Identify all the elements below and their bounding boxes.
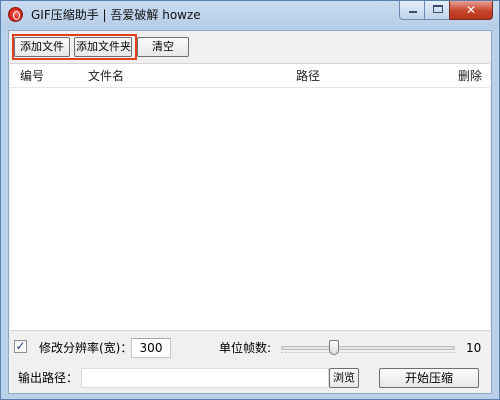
- slider-thumb[interactable]: [329, 340, 339, 355]
- window-title: GIF压缩助手 | 吾爱破解 howze: [31, 8, 201, 22]
- app-icon: [8, 7, 23, 22]
- close-button[interactable]: ✕: [449, 1, 493, 20]
- add-file-button[interactable]: 添加文件: [14, 37, 70, 57]
- title-bar[interactable]: GIF压缩助手 | 吾爱破解 howze ✕: [1, 1, 499, 29]
- checkmark-icon: ✓: [15, 339, 26, 353]
- settings-row: ✓ 修改分辨率(宽)： 单位帧数: 10: [9, 335, 491, 361]
- column-header-id[interactable]: 编号: [20, 68, 44, 84]
- app-window: GIF压缩助手 | 吾爱破解 howze ✕ 添加文件 添加文件夹 清空 编号 …: [0, 0, 500, 400]
- list-body[interactable]: [10, 88, 490, 331]
- output-row: 输出路径： 浏览 开始压缩: [9, 365, 491, 391]
- output-path-label: 输出路径：: [18, 371, 79, 385]
- fps-label: 单位帧数:: [219, 341, 272, 355]
- file-list[interactable]: 编号 文件名 路径 删除: [10, 63, 490, 331]
- column-header-delete[interactable]: 删除: [458, 68, 482, 84]
- browse-button[interactable]: 浏览: [329, 368, 359, 388]
- column-header-filename[interactable]: 文件名: [88, 68, 124, 84]
- minimize-icon: [409, 11, 417, 13]
- fps-slider[interactable]: [279, 339, 457, 359]
- maximize-icon: [433, 5, 443, 13]
- width-input[interactable]: [131, 338, 171, 358]
- caption-buttons: ✕: [399, 1, 493, 21]
- minimize-button[interactable]: [399, 1, 425, 20]
- maximize-button[interactable]: [424, 1, 450, 20]
- close-icon: ✕: [465, 3, 477, 17]
- start-compress-button[interactable]: 开始压缩: [379, 368, 479, 388]
- output-path-input[interactable]: [81, 368, 329, 388]
- resize-checkbox[interactable]: ✓: [14, 339, 27, 353]
- slider-track: [281, 346, 455, 350]
- resize-label: 修改分辨率(宽)：: [39, 341, 133, 355]
- fps-value: 10: [466, 341, 482, 355]
- slider-ticks: [281, 352, 455, 356]
- client-area: 添加文件 添加文件夹 清空 编号 文件名 路径 删除 ✓ 修改分辨率(宽)： 单…: [8, 30, 492, 394]
- column-header-path[interactable]: 路径: [296, 68, 320, 84]
- list-header: 编号 文件名 路径 删除: [10, 64, 490, 88]
- clear-button[interactable]: 清空: [137, 37, 189, 57]
- add-folder-button[interactable]: 添加文件夹: [74, 37, 132, 57]
